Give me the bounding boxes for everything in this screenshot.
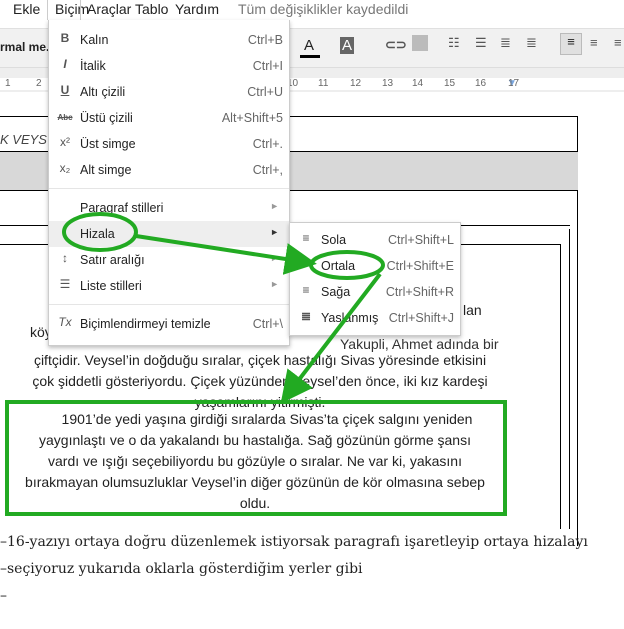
- highlight-ellipse-align: [62, 212, 138, 252]
- annotation-overlay: [5, 212, 507, 516]
- highlight-box-paragraph: [5, 400, 507, 516]
- arrow-icon: [135, 234, 317, 275]
- arrow-icon: [280, 272, 382, 404]
- highlight-ellipse-center: [309, 250, 385, 280]
